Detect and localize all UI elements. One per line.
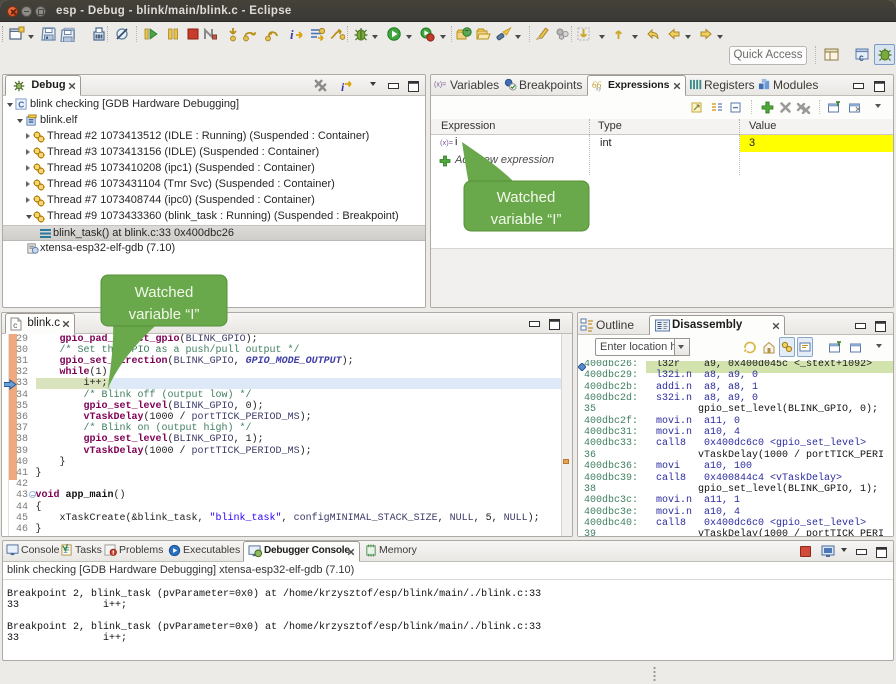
svg-text:Watched: Watched (497, 189, 556, 206)
svg-text:Watched: Watched (135, 284, 194, 301)
svg-text:variable “I”: variable “I” (491, 211, 562, 228)
svg-text:variable “I”: variable “I” (129, 306, 200, 323)
